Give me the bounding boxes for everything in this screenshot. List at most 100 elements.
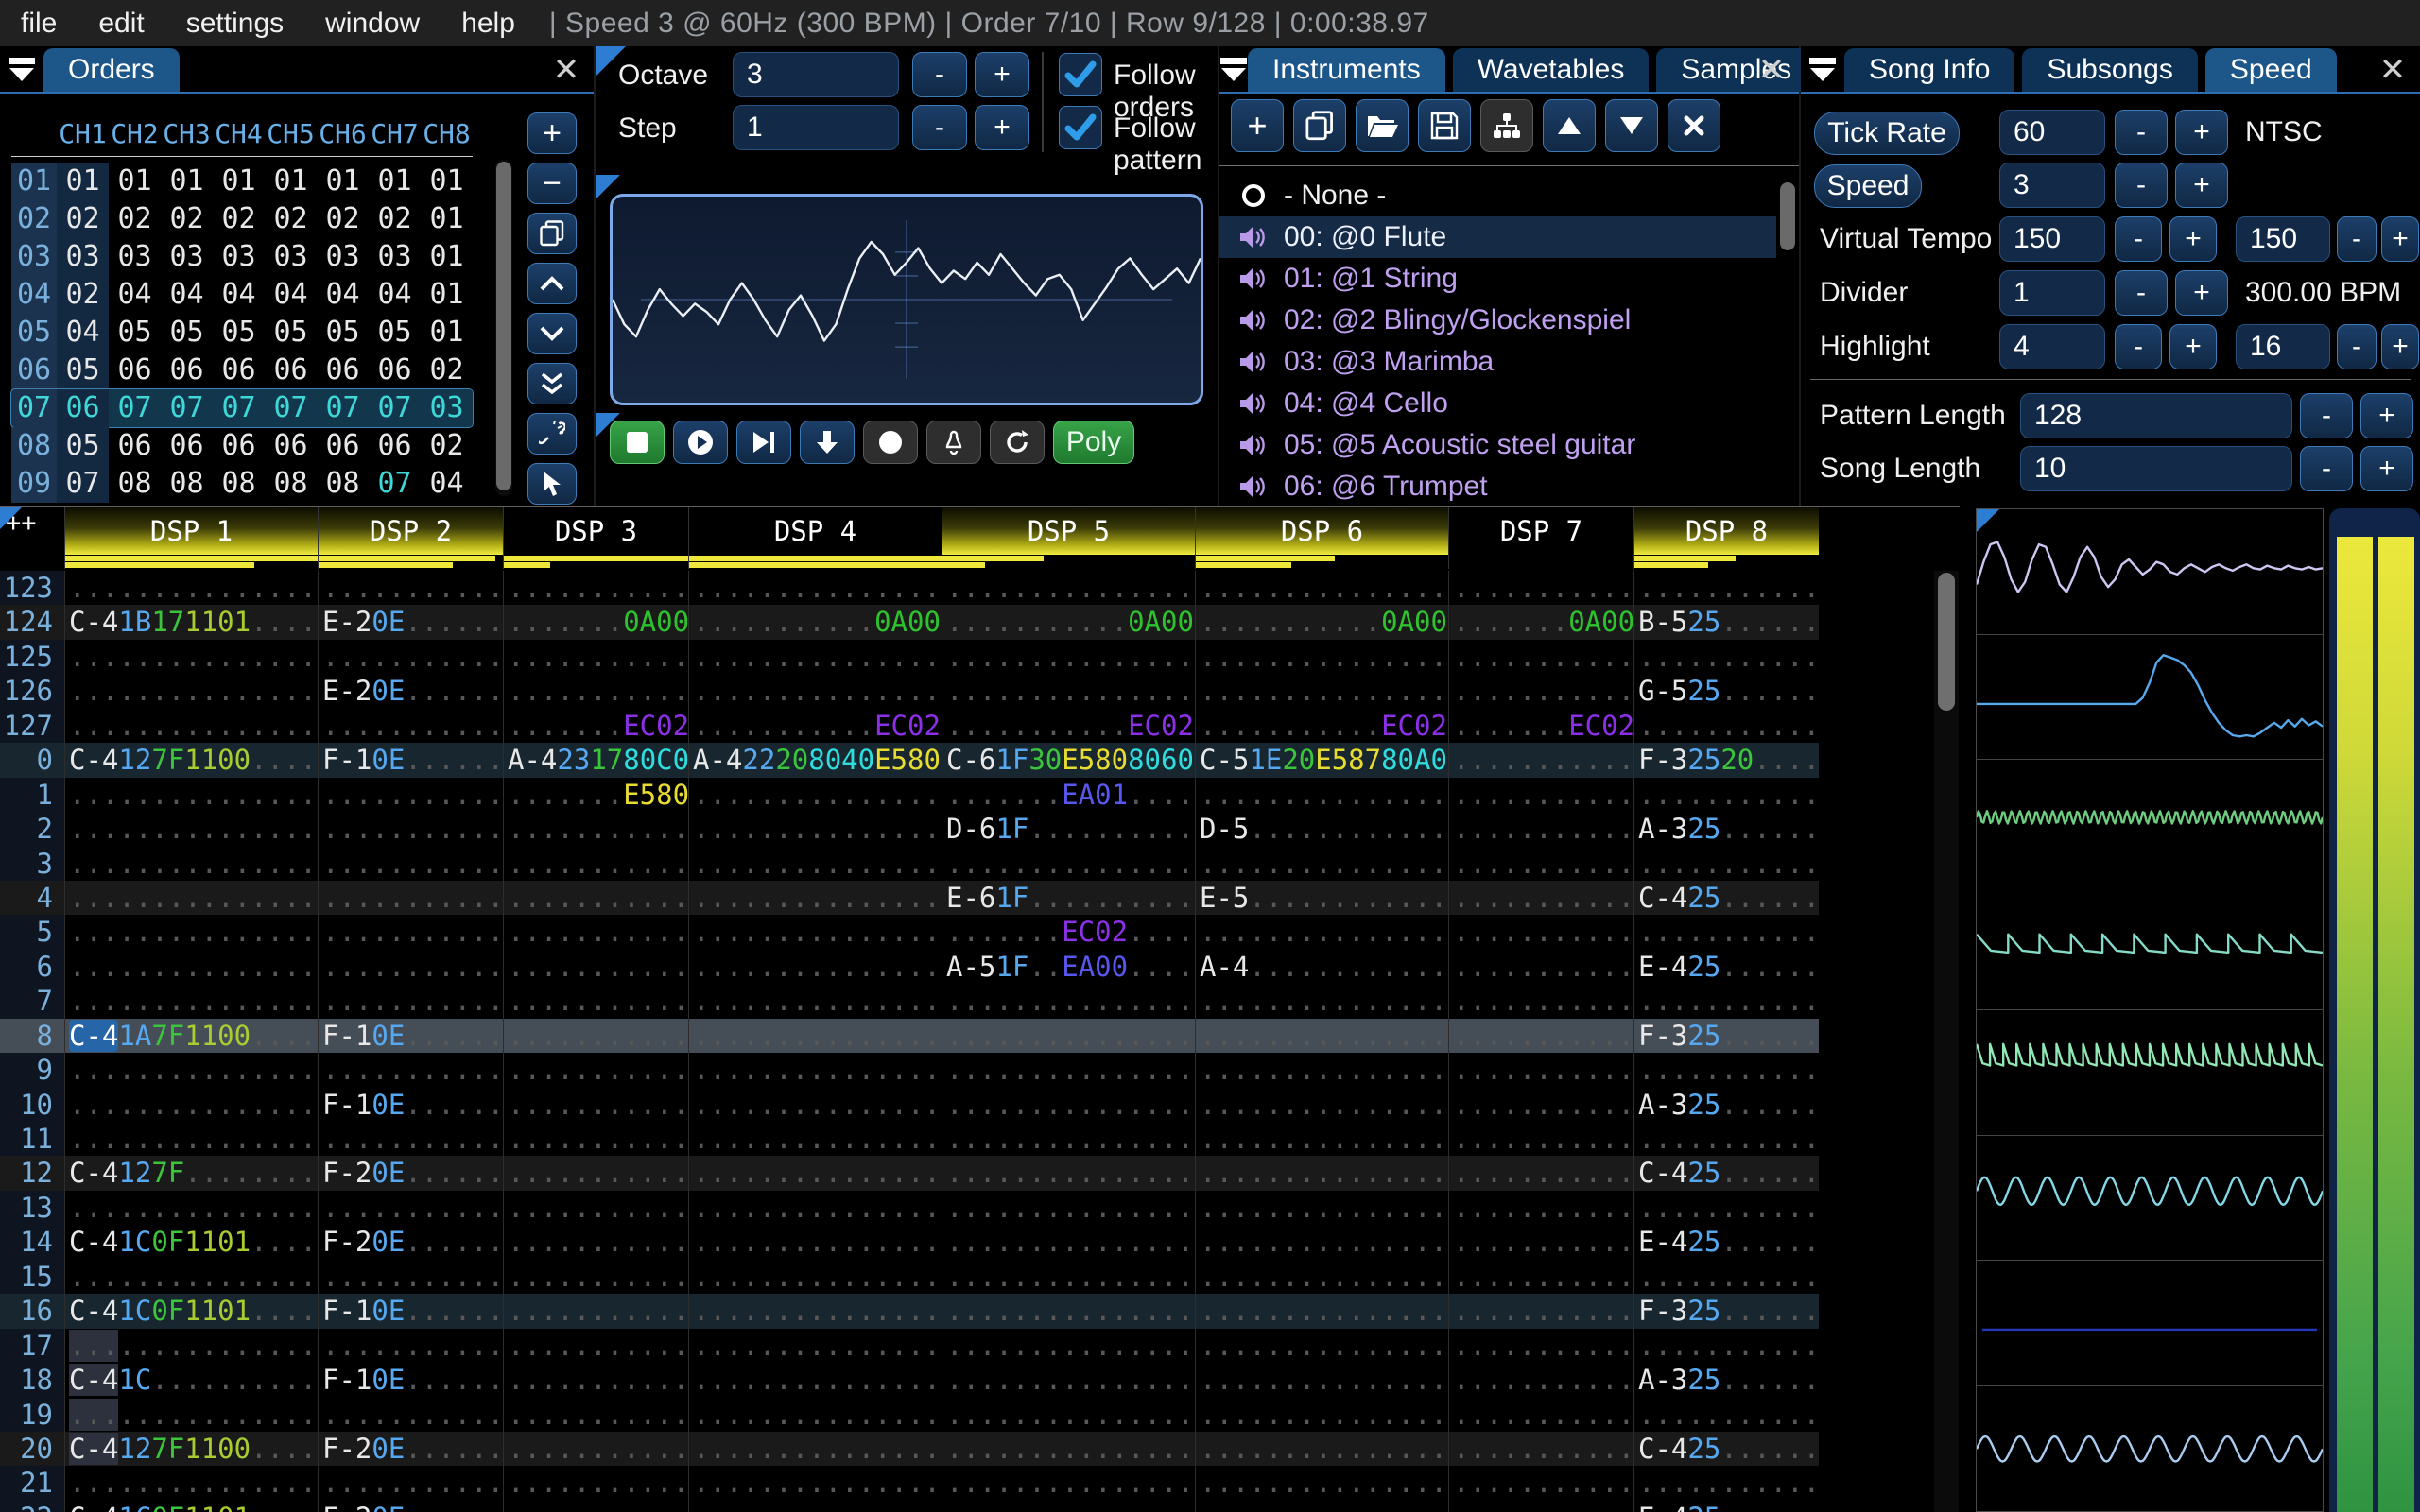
collapse-icon[interactable] xyxy=(1219,48,1248,92)
pattern-cell[interactable]: ...........EC02 xyxy=(942,708,1195,744)
tick-rate-decrease[interactable]: - xyxy=(2115,110,2168,155)
pattern-cell[interactable]: ............... xyxy=(1195,571,1448,606)
pattern-cell[interactable]: ............... xyxy=(1195,1156,1448,1191)
pattern-cell[interactable]: F-325...... xyxy=(1634,1294,1819,1329)
pattern-cell[interactable]: ........... xyxy=(503,1225,688,1260)
highlight-second-input[interactable]: 16 xyxy=(2236,324,2330,369)
instrument-save-button[interactable] xyxy=(1418,99,1471,152)
divider-decrease[interactable]: - xyxy=(2115,270,2168,316)
pattern-cell[interactable]: ........... xyxy=(1634,1466,1819,1501)
pattern-cell[interactable]: F-10E...... xyxy=(318,743,503,778)
tick-rate-input[interactable]: 60 xyxy=(1999,110,2105,155)
pattern-cell[interactable]: ........... xyxy=(1634,846,1819,881)
pattern-length-input[interactable]: 128 xyxy=(2020,393,2292,438)
pattern-cell[interactable]: ............... xyxy=(942,1294,1195,1329)
instrument-item[interactable]: 01: @1 String xyxy=(1219,258,1776,300)
instrument-add-button[interactable]: + xyxy=(1231,99,1284,152)
pattern-cell[interactable]: ........... xyxy=(1448,880,1634,916)
pattern-cell[interactable]: E-5............ xyxy=(1195,880,1448,916)
pattern-cell[interactable]: ........... xyxy=(1448,1259,1634,1295)
order-row[interactable]: 01 01 01 01 01 01 01 01 01 xyxy=(11,163,473,200)
order-cell[interactable]: 01 xyxy=(57,163,109,200)
pattern-cell[interactable]: ............... xyxy=(64,1122,318,1157)
order-row[interactable]: 07 06 07 07 07 07 07 07 03 xyxy=(10,388,474,428)
pattern-cell[interactable]: ............... xyxy=(1195,1328,1448,1364)
order-cell[interactable]: 01 xyxy=(317,163,369,200)
pattern-cell[interactable]: ............... xyxy=(942,984,1195,1019)
pattern-cell[interactable]: ........... xyxy=(503,1087,688,1122)
virtual-tempo-den-decrease[interactable]: - xyxy=(2337,216,2377,262)
pattern-cell[interactable]: ........... xyxy=(1448,777,1634,813)
pattern-cell[interactable]: C-41C.......... xyxy=(64,1363,318,1398)
order-cell[interactable]: 06 xyxy=(213,427,265,465)
order-cell[interactable]: 07 xyxy=(265,389,317,427)
pattern-cell[interactable]: ............... xyxy=(688,1431,942,1467)
step-decrease-button[interactable]: - xyxy=(912,105,967,150)
pattern-cell[interactable]: ........... xyxy=(503,1259,688,1295)
song-length-increase[interactable]: + xyxy=(2360,446,2413,491)
pattern-cell[interactable]: A-4............ xyxy=(1195,949,1448,985)
pattern-cell[interactable]: ........... xyxy=(503,880,688,916)
pattern-cell[interactable]: ............... xyxy=(1195,1397,1448,1432)
pattern-cell[interactable]: A-325...... xyxy=(1634,812,1819,847)
collapse-icon[interactable] xyxy=(0,48,43,92)
pattern-cell[interactable]: ........... xyxy=(318,915,503,950)
pattern-cell[interactable]: .......EC02 xyxy=(1448,708,1634,744)
order-cell[interactable]: 05 xyxy=(57,352,109,389)
pattern-cell[interactable]: ............... xyxy=(942,1466,1195,1501)
pattern-cell[interactable]: C-41C0F1101.... xyxy=(64,1225,318,1260)
order-cell[interactable]: 04 xyxy=(317,276,369,314)
channel-header-dsp-4[interactable]: DSP 4 xyxy=(688,507,942,569)
pattern-cell[interactable]: ............... xyxy=(688,1294,942,1329)
octave-input[interactable]: 3 xyxy=(733,52,899,97)
instrument-duplicate-button[interactable] xyxy=(1293,99,1346,152)
tick-rate-increase[interactable]: + xyxy=(2175,110,2228,155)
tab-samples[interactable]: Samples xyxy=(1656,48,1817,92)
pattern-cell[interactable]: ........... xyxy=(503,1190,688,1226)
pattern-cell[interactable]: B-525...... xyxy=(1634,605,1819,640)
order-cell[interactable]: 02 xyxy=(57,276,109,314)
order-row[interactable]: 06 05 06 06 06 06 06 06 02 xyxy=(11,352,473,389)
pattern-cell[interactable]: ............... xyxy=(688,1259,942,1295)
divider-increase[interactable]: + xyxy=(2175,270,2228,316)
pattern-length-decrease[interactable]: - xyxy=(2300,393,2353,438)
orders-table[interactable]: 01 01 01 01 01 01 01 01 01 02 02 02 02 02 02 02 02 01 03 03… xyxy=(10,156,474,503)
order-duplicate-button[interactable] xyxy=(527,213,577,254)
pattern-cell[interactable]: F-10E...... xyxy=(318,1018,503,1054)
instrument-move-down-button[interactable] xyxy=(1605,99,1658,152)
order-row[interactable]: 08 05 06 06 06 06 06 06 02 xyxy=(11,427,473,465)
pattern-cell[interactable]: ............... xyxy=(688,949,942,985)
pattern-cell[interactable]: .......E580 xyxy=(503,777,688,813)
pattern-cell[interactable]: ............... xyxy=(942,1122,1195,1157)
pattern-cell[interactable]: C-425...... xyxy=(1634,1431,1819,1467)
pattern-cell[interactable]: ............... xyxy=(64,1259,318,1295)
order-cell[interactable]: 05 xyxy=(213,314,265,352)
pattern-cell[interactable]: ...........0A00 xyxy=(1195,605,1448,640)
pattern-cell[interactable]: ............... xyxy=(64,984,318,1019)
order-cell[interactable]: 04 xyxy=(161,276,213,314)
pattern-cell[interactable]: ............... xyxy=(64,1328,318,1364)
order-cell[interactable]: 03 xyxy=(213,238,265,276)
pattern-cell[interactable]: ............... xyxy=(942,1259,1195,1295)
order-remove-button[interactable]: − xyxy=(527,163,577,204)
tab-song-info[interactable]: Song Info xyxy=(1844,48,2015,92)
pattern-cell[interactable]: ...........0A00 xyxy=(942,605,1195,640)
pattern-cell[interactable]: ............... xyxy=(64,674,318,709)
order-cell[interactable]: 06 xyxy=(161,427,213,465)
order-cell[interactable]: 02 xyxy=(213,200,265,238)
order-cell[interactable]: 05 xyxy=(265,314,317,352)
order-select-button[interactable] xyxy=(527,463,577,505)
order-cell[interactable]: 06 xyxy=(317,427,369,465)
pattern-cell[interactable]: ............... xyxy=(64,777,318,813)
pattern-cell[interactable]: ........... xyxy=(1448,1156,1634,1191)
instrument-delete-button[interactable] xyxy=(1668,99,1720,152)
order-cell[interactable]: 07 xyxy=(317,389,369,427)
pattern-cell[interactable]: ............... xyxy=(1195,1466,1448,1501)
pattern-cell[interactable]: ............... xyxy=(688,880,942,916)
virtual-tempo-denominator[interactable]: 150 xyxy=(2236,216,2330,262)
pattern-cell[interactable]: ............... xyxy=(688,1122,942,1157)
pattern-cell[interactable]: E-425...... xyxy=(1634,1225,1819,1260)
channel-header-dsp-5[interactable]: DSP 5 xyxy=(942,507,1195,569)
pattern-cell[interactable]: ........... xyxy=(1448,846,1634,881)
pattern-cell[interactable]: ............... xyxy=(688,1018,942,1054)
